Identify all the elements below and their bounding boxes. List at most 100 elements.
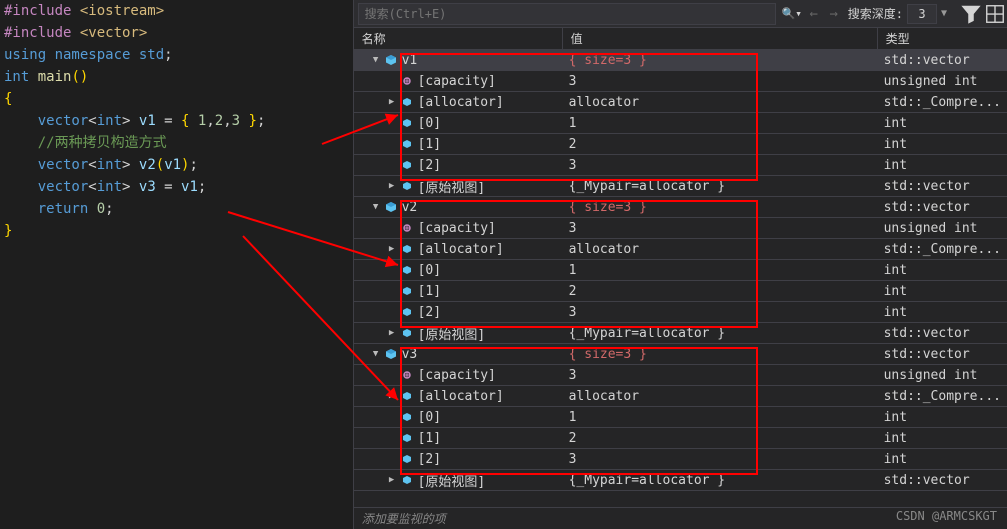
code-line[interactable]: } bbox=[4, 220, 349, 242]
watch-row[interactable]: [capacity]3unsigned int bbox=[354, 218, 1007, 239]
row-name: [allocator] bbox=[418, 95, 504, 110]
code-line[interactable]: vector<int> v1 = { 1,2,3 }; bbox=[4, 110, 349, 132]
watch-row[interactable]: ▼v2{ size=3 }std::vector bbox=[354, 197, 1007, 218]
watch-row[interactable]: [1]2int bbox=[354, 428, 1007, 449]
watch-row[interactable]: [1]2int bbox=[354, 281, 1007, 302]
field-icon bbox=[400, 158, 414, 172]
row-value: {_Mypair=allocator } bbox=[563, 326, 878, 341]
nav-prev[interactable]: ← bbox=[804, 6, 824, 22]
watch-row[interactable]: [0]1int bbox=[354, 407, 1007, 428]
code-editor[interactable]: #include <iostream>#include <vector>usin… bbox=[0, 0, 353, 529]
row-value: 3 bbox=[563, 158, 878, 173]
watch-row[interactable]: [0]1int bbox=[354, 113, 1007, 134]
nav-next[interactable]: → bbox=[824, 6, 844, 22]
watch-row[interactable]: ▼v1{ size=3 }std::vector bbox=[354, 50, 1007, 71]
field-icon bbox=[400, 95, 414, 109]
expander-icon[interactable]: ▶ bbox=[386, 327, 398, 339]
row-name: [原始视图] bbox=[418, 177, 486, 196]
expander-icon[interactable] bbox=[386, 75, 398, 87]
expander-icon[interactable]: ▼ bbox=[370, 348, 382, 360]
row-name: [原始视图] bbox=[418, 471, 486, 490]
row-name: [原始视图] bbox=[418, 324, 486, 343]
watch-row[interactable]: [2]3int bbox=[354, 155, 1007, 176]
expander-icon[interactable] bbox=[386, 453, 398, 465]
row-name: [2] bbox=[418, 158, 441, 173]
depth-dropdown-icon[interactable]: ▼ bbox=[941, 8, 947, 19]
code-line[interactable]: vector<int> v2(v1); bbox=[4, 154, 349, 176]
code-line[interactable]: int main() bbox=[4, 66, 349, 88]
expander-icon[interactable]: ▶ bbox=[386, 474, 398, 486]
watch-row[interactable]: [1]2int bbox=[354, 134, 1007, 155]
expander-icon[interactable] bbox=[386, 432, 398, 444]
header-value[interactable]: 值 bbox=[563, 28, 878, 49]
row-type: std::vector bbox=[878, 347, 1007, 362]
watch-row[interactable]: [2]3int bbox=[354, 449, 1007, 470]
code-line[interactable]: //两种拷贝构造方式 bbox=[4, 132, 349, 154]
field-icon bbox=[400, 284, 414, 298]
filter-icon[interactable] bbox=[960, 3, 982, 25]
expander-icon[interactable] bbox=[386, 411, 398, 423]
search-button[interactable]: 🔍▾ bbox=[780, 3, 804, 25]
row-name: [0] bbox=[418, 116, 441, 131]
expander-icon[interactable] bbox=[386, 138, 398, 150]
raw-icon bbox=[400, 368, 414, 382]
expander-icon[interactable] bbox=[386, 264, 398, 276]
watermark: CSDN @ARMCSKGT bbox=[896, 509, 997, 523]
row-name: v2 bbox=[402, 200, 418, 215]
watch-row[interactable]: ▶[allocator]allocatorstd::_Compre... bbox=[354, 239, 1007, 260]
watch-row[interactable]: ▶[原始视图]{_Mypair=allocator }std::vector bbox=[354, 470, 1007, 491]
field-icon bbox=[400, 137, 414, 151]
watch-row[interactable]: ▶[原始视图]{_Mypair=allocator }std::vector bbox=[354, 323, 1007, 344]
code-line[interactable]: #include <vector> bbox=[4, 22, 349, 44]
expander-icon[interactable]: ▶ bbox=[386, 96, 398, 108]
row-type: unsigned int bbox=[878, 221, 1007, 236]
row-value: 1 bbox=[563, 410, 878, 425]
expander-icon[interactable]: ▼ bbox=[370, 54, 382, 66]
watch-row[interactable]: [capacity]3unsigned int bbox=[354, 71, 1007, 92]
row-name: [capacity] bbox=[418, 74, 496, 89]
watch-row[interactable]: ▶[原始视图]{_Mypair=allocator }std::vector bbox=[354, 176, 1007, 197]
row-type: int bbox=[878, 305, 1007, 320]
expander-icon[interactable] bbox=[386, 117, 398, 129]
row-name: [0] bbox=[418, 263, 441, 278]
expander-icon[interactable]: ▶ bbox=[386, 180, 398, 192]
watch-row[interactable]: [capacity]3unsigned int bbox=[354, 365, 1007, 386]
code-line[interactable]: return 0; bbox=[4, 198, 349, 220]
header-name[interactable]: 名称 bbox=[354, 28, 563, 49]
code-line[interactable]: vector<int> v3 = v1; bbox=[4, 176, 349, 198]
watch-row[interactable]: [2] 3int bbox=[354, 302, 1007, 323]
header-type[interactable]: 类型 bbox=[878, 28, 1007, 49]
code-line[interactable]: { bbox=[4, 88, 349, 110]
row-name: [0] bbox=[418, 410, 441, 425]
expander-icon[interactable]: ▶ bbox=[386, 243, 398, 255]
expander-icon[interactable] bbox=[386, 306, 398, 318]
search-toolbar: 🔍▾ ← → 搜索深度: ▼ bbox=[354, 0, 1007, 28]
search-input[interactable] bbox=[358, 3, 776, 25]
row-value: 2 bbox=[563, 137, 878, 152]
row-name: [capacity] bbox=[418, 368, 496, 383]
expander-icon[interactable] bbox=[386, 285, 398, 297]
watch-row[interactable]: [0]1int bbox=[354, 260, 1007, 281]
code-line[interactable]: using namespace std; bbox=[4, 44, 349, 66]
row-value: 2 bbox=[563, 431, 878, 446]
expander-icon[interactable] bbox=[386, 222, 398, 234]
depth-label: 搜索深度: bbox=[848, 5, 903, 22]
field-icon bbox=[400, 326, 414, 340]
row-name: [1] bbox=[418, 431, 441, 446]
watch-row[interactable]: ▶[allocator]allocatorstd::_Compre... bbox=[354, 386, 1007, 407]
expander-icon[interactable] bbox=[386, 369, 398, 381]
field-icon bbox=[400, 242, 414, 256]
grid-icon[interactable] bbox=[984, 3, 1006, 25]
depth-input[interactable] bbox=[907, 4, 937, 24]
row-name: [2] bbox=[418, 305, 441, 320]
field-icon bbox=[400, 179, 414, 193]
code-line[interactable]: #include <iostream> bbox=[4, 0, 349, 22]
row-value: allocator bbox=[563, 389, 878, 404]
watch-row[interactable]: ▼v3{ size=3 }std::vector bbox=[354, 344, 1007, 365]
row-value: 3 bbox=[563, 305, 878, 320]
expander-icon[interactable] bbox=[386, 159, 398, 171]
row-value: 3 bbox=[563, 452, 878, 467]
watch-row[interactable]: ▶[allocator]allocatorstd::_Compre... bbox=[354, 92, 1007, 113]
expander-icon[interactable]: ▼ bbox=[370, 201, 382, 213]
expander-icon[interactable]: ▶ bbox=[386, 390, 398, 402]
